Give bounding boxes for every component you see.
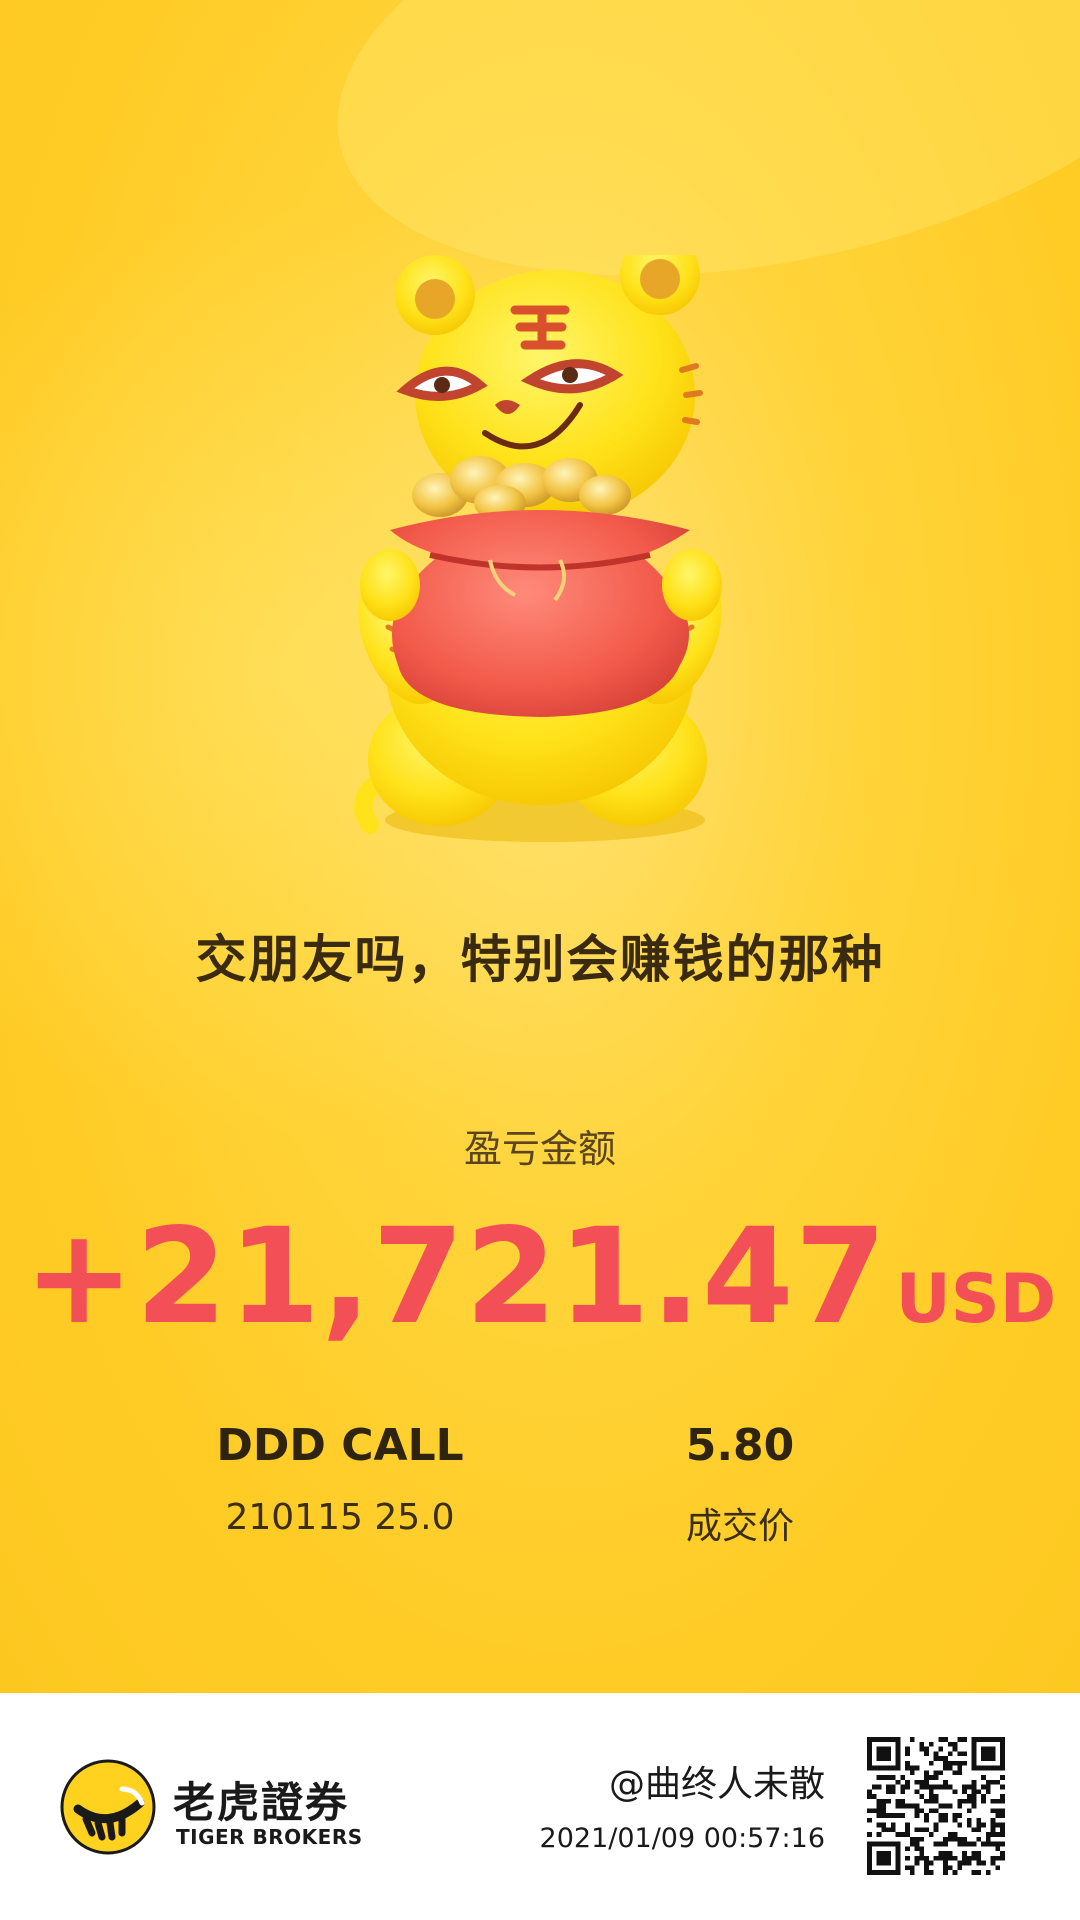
- share-timestamp: 2021/01/09 00:57:16: [539, 1823, 825, 1854]
- qr-code-icon[interactable]: [867, 1737, 1005, 1875]
- price-info: 5.80 成交价: [620, 1420, 860, 1549]
- tiger-brokers-logo-icon: [60, 1759, 156, 1855]
- footer-bar: 老虎證券 TIGER BROKERS @曲终人未散 2021/01/09 00:…: [0, 1693, 1080, 1920]
- share-poster: 交朋友吗，特别会赚钱的那种 盈亏金额 +21,721.47 USD DDD CAL…: [0, 0, 1080, 1920]
- trade-price-value: 5.80: [685, 1420, 795, 1471]
- brand-name-cn: 老虎證券: [173, 1778, 350, 1827]
- slogan-text: 交朋友吗，特别会赚钱的那种: [195, 931, 885, 990]
- tiger-mascot-icon: [354, 255, 722, 842]
- brand-name-en: TIGER BROKERS: [176, 1825, 363, 1849]
- trade-price-label: 成交价: [685, 1506, 794, 1547]
- profit-loss-amount: +21,721.47 USD: [0, 1200, 1080, 1354]
- profit-loss-label: 盈亏金额: [463, 1127, 616, 1171]
- profit-loss-currency: USD: [895, 1260, 1057, 1339]
- instrument-name: DDD CALL: [216, 1420, 464, 1471]
- instrument-contract: 210115 25.0: [225, 1497, 455, 1538]
- profit-loss-value: +21,721.47: [23, 1200, 888, 1354]
- user-handle: @曲终人未散: [608, 1764, 825, 1805]
- profit-card: 交朋友吗，特别会赚钱的那种 盈亏金额 +21,721.47 USD DDD CAL…: [0, 0, 1080, 1693]
- instrument-info: DDD CALL 210115 25.0: [175, 1420, 505, 1538]
